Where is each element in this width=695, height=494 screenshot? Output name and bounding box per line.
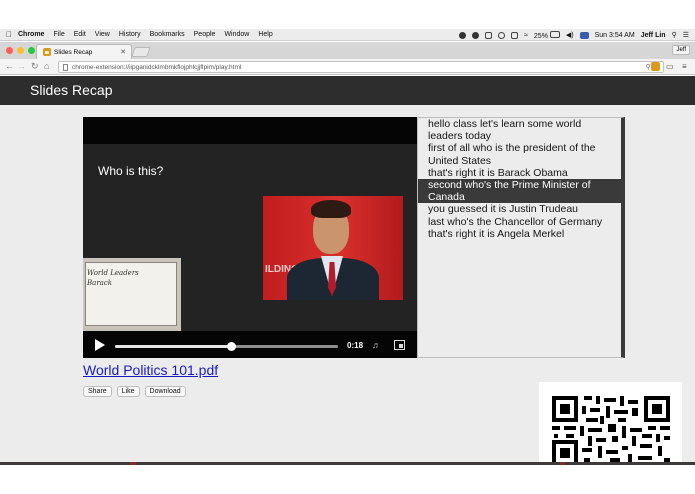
battery-status[interactable]: 25% <box>533 30 560 40</box>
transcript-line[interactable]: second who's the Prime Minister of <box>418 179 621 192</box>
extension-icon[interactable] <box>651 62 660 73</box>
spotlight-search-icon[interactable]: ⚲ <box>672 31 677 39</box>
qr-code <box>539 382 682 462</box>
transcript-panel[interactable]: hello class let's learn some world leade… <box>417 117 625 358</box>
input-flag-icon[interactable] <box>579 31 589 39</box>
transcript-line[interactable]: that's right it is Barack Obama <box>418 167 621 179</box>
wifi-icon[interactable]: ≈ <box>524 32 528 39</box>
volume-icon[interactable]: ◀) <box>566 31 574 39</box>
browser-tab[interactable]: Slides Recap ✕ <box>36 44 132 59</box>
menu-people[interactable]: People <box>194 31 216 38</box>
seek-bar[interactable] <box>115 342 338 351</box>
transcript-line[interactable]: that's right it is Angela Merkel <box>418 228 621 240</box>
transcript-line[interactable]: United States <box>418 155 621 167</box>
back-arrow-icon[interactable]: ← <box>5 61 14 71</box>
whiteboard-inset: World Leaders Barack <box>83 258 181 331</box>
time-machine-icon[interactable] <box>498 31 506 39</box>
menu-file[interactable]: File <box>53 31 64 38</box>
browser-tab-strip: Slides Recap ✕ Jeff <box>0 42 695 59</box>
browser-toolbar: ← → ↻ ⌂ chrome-extension://iipganidcklmb… <box>0 59 695 75</box>
menu-history[interactable]: History <box>119 31 141 38</box>
forward-arrow-icon[interactable]: → <box>17 61 26 71</box>
menubar-status-area: ≈ 25% ◀) Sun 3:54 AM Jeff Lin ⚲ ☰ <box>459 29 689 41</box>
video-player[interactable]: Who is this? ILDING World Leaders Barack… <box>83 117 417 358</box>
transcript-line[interactable]: hello class let's learn some world <box>418 118 621 130</box>
menu-edit[interactable]: Edit <box>74 31 86 38</box>
below-screen-area <box>0 465 695 494</box>
transcript-line[interactable]: Canada <box>418 191 621 204</box>
airplay-icon[interactable] <box>485 31 493 39</box>
current-time: 0:18 <box>347 341 364 350</box>
transcript-line[interactable]: leaders today <box>418 130 621 142</box>
zoom-search-icon[interactable]: ⚲ <box>646 63 651 71</box>
app-header: Slides Recap <box>0 76 695 105</box>
battery-icon <box>549 30 560 38</box>
home-icon[interactable]: ⌂ <box>44 61 49 71</box>
mute-icon[interactable]: ♬ <box>372 340 382 350</box>
drop-icon[interactable] <box>472 31 480 39</box>
notification-center-icon[interactable]: ☰ <box>683 31 689 39</box>
reload-icon[interactable]: ↻ <box>31 61 39 72</box>
tab-title: Slides Recap <box>54 48 93 56</box>
fullscreen-icon[interactable] <box>394 340 405 350</box>
zoom-window-icon[interactable] <box>28 47 35 54</box>
menu-chrome[interactable]: Chrome <box>18 31 44 38</box>
battery-percent: 25% <box>533 32 548 40</box>
slides-recap-favicon-icon <box>43 48 51 56</box>
whiteboard-line-1: World Leaders <box>87 269 139 277</box>
transcript-line[interactable]: first of all who is the president of the <box>418 142 621 154</box>
seek-bar-progress <box>115 345 231 348</box>
video-top-band <box>83 117 417 144</box>
new-tab-button[interactable] <box>131 47 151 57</box>
chrome-menu-icon[interactable]: ≡ <box>682 62 687 71</box>
menu-bookmarks[interactable]: Bookmarks <box>150 31 185 38</box>
transcript-line[interactable]: last who's the Chancellor of Germany <box>418 216 621 228</box>
apple-menu-icon[interactable]:  <box>0 30 18 39</box>
screen:  Chrome File Edit View History Bookmark… <box>0 0 695 494</box>
whiteboard: World Leaders Barack <box>85 262 177 326</box>
app-title: Slides Recap <box>30 82 113 98</box>
pdf-link[interactable]: World Politics 101.pdf <box>83 362 218 378</box>
seek-bar-handle[interactable] <box>226 342 236 351</box>
close-window-icon[interactable] <box>6 47 13 54</box>
address-bar[interactable]: chrome-extension://iipganidcklmbmkflojph… <box>58 61 664 73</box>
transcript-line[interactable]: you guessed it is Justin Trudeau <box>418 203 621 215</box>
share-button[interactable]: Share <box>83 386 112 397</box>
video-controls: 0:18 ♬ <box>83 331 417 358</box>
play-icon[interactable] <box>95 339 105 351</box>
minimize-window-icon[interactable] <box>17 47 24 54</box>
page-icon <box>63 63 68 71</box>
cast-icon[interactable]: ▭ <box>666 62 674 71</box>
clock[interactable]: Sun 3:54 AM <box>595 32 635 39</box>
whiteboard-line-2: Barack <box>87 279 112 287</box>
user-name[interactable]: Jeff Lin <box>641 32 666 39</box>
menu-view[interactable]: View <box>95 31 110 38</box>
qr-code-image <box>552 396 670 462</box>
slide-text: Who is this? <box>98 164 164 178</box>
window-controls <box>6 47 35 54</box>
document-actions: Share Like Download <box>83 386 186 397</box>
photo-hair <box>311 200 351 218</box>
menu-help[interactable]: Help <box>258 31 272 38</box>
leader-photo: ILDING <box>263 196 403 300</box>
menu-window[interactable]: Window <box>224 31 249 38</box>
bluetooth-icon[interactable] <box>511 31 519 39</box>
close-tab-icon[interactable]: ✕ <box>120 48 126 56</box>
notification-icon[interactable] <box>459 31 467 39</box>
url-text: chrome-extension://iipganidcklmbmkflojph… <box>72 63 242 71</box>
profile-button[interactable]: Jeff <box>672 45 690 55</box>
like-button[interactable]: Like <box>116 386 140 397</box>
download-button[interactable]: Download <box>144 386 186 397</box>
mac-menubar:  Chrome File Edit View History Bookmark… <box>0 29 695 41</box>
